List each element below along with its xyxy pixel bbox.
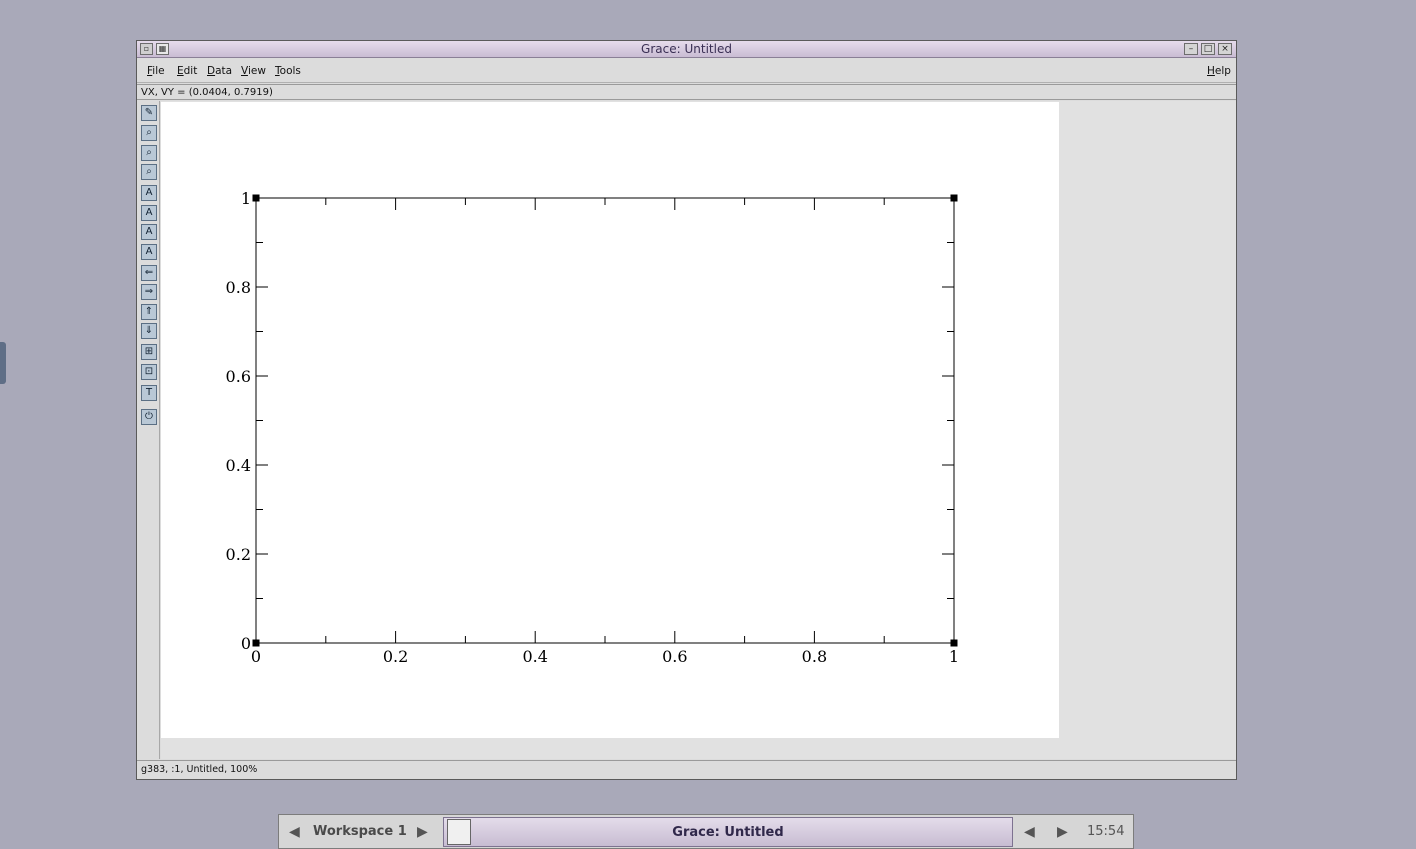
- task-next-icon[interactable]: ▶: [1057, 824, 1068, 840]
- tool-palette: ✎ ⌕ ⌕ ⌕ A A A A ⇐ ⇒ ⇑ ⇓ ⊞ ⊡ T ⏻: [137, 101, 160, 759]
- x-tick-label: 0.8: [802, 647, 827, 666]
- shrink-icon[interactable]: ⊡: [141, 364, 157, 380]
- expand-icon[interactable]: ⊞: [141, 344, 157, 360]
- workspace-label[interactable]: Workspace 1: [313, 824, 407, 840]
- x-tick-label: 1: [949, 647, 959, 666]
- taskbar-app-grace[interactable]: Grace: Untitled: [443, 817, 1013, 847]
- side-panel-handle[interactable]: [0, 342, 6, 384]
- y-tick-label: 0.6: [226, 367, 251, 386]
- coordinate-text: VX, VY = (0.0404, 0.7919): [141, 87, 273, 98]
- y-tick-label: 0.2: [226, 545, 251, 564]
- taskbar-app-title: Grace: Untitled: [672, 825, 784, 840]
- title-bar[interactable]: ▫ ▦ Grace: Untitled – □ ×: [137, 41, 1236, 58]
- status-text: g383, :1, Untitled, 100%: [141, 764, 258, 775]
- graph-selection-handle: [950, 194, 958, 202]
- x-tick-label: 0.4: [522, 647, 547, 666]
- taskbar: ◀ Workspace 1 ▶ Grace: Untitled ◀ ▶ 15:5…: [278, 814, 1134, 849]
- graph-selection-handle: [252, 194, 260, 202]
- graph-selection-handle: [950, 639, 958, 647]
- draw-icon[interactable]: ✎: [141, 105, 157, 121]
- coordinate-readout: VX, VY = (0.0404, 0.7919): [137, 84, 1236, 100]
- menu-file[interactable]: File: [147, 64, 165, 78]
- menu-help[interactable]: Help: [1207, 64, 1231, 78]
- y-tick-label: 0.8: [226, 278, 251, 297]
- task-prev-icon[interactable]: ◀: [1024, 824, 1035, 840]
- menu-tools[interactable]: Tools: [275, 64, 301, 78]
- menu-data[interactable]: Data: [207, 64, 232, 78]
- x-tick-label: 0: [251, 647, 261, 666]
- clock: 15:54: [1087, 824, 1125, 839]
- canvas-scroll-area[interactable]: 0 0.2 0.4 0.6 0.8 1 0 0.2 0.4 0.6 0.8 1: [161, 101, 1236, 759]
- autoscale-icon[interactable]: A: [141, 185, 157, 201]
- scroll-left-icon[interactable]: ⇐: [141, 265, 157, 281]
- drawing-canvas[interactable]: 0 0.2 0.4 0.6 0.8 1 0 0.2 0.4 0.6 0.8 1: [161, 102, 1059, 738]
- status-bar: g383, :1, Untitled, 100%: [137, 760, 1236, 779]
- scroll-down-icon[interactable]: ⇓: [141, 323, 157, 339]
- y-tick-label: 0: [241, 634, 251, 653]
- grace-window: ▫ ▦ Grace: Untitled – □ × File Edit Data…: [136, 40, 1237, 780]
- menu-bar: File Edit Data View Tools Help: [137, 59, 1236, 83]
- menu-view[interactable]: View: [241, 64, 266, 78]
- x-tick-label: 0.2: [383, 647, 408, 666]
- x-tick-label: 0.6: [662, 647, 687, 666]
- minimize-button[interactable]: –: [1184, 43, 1198, 55]
- menu-edit[interactable]: Edit: [177, 64, 197, 78]
- scroll-right-icon[interactable]: ⇒: [141, 284, 157, 300]
- plot-frame: [255, 197, 955, 644]
- autoscale-x-icon[interactable]: A: [141, 205, 157, 221]
- graph-plot[interactable]: 0 0.2 0.4 0.6 0.8 1 0 0.2 0.4 0.6 0.8 1: [161, 102, 1059, 738]
- y-tick-label: 0.4: [226, 456, 251, 475]
- scroll-up-icon[interactable]: ⇑: [141, 304, 157, 320]
- workspace-next-icon[interactable]: ▶: [417, 824, 428, 840]
- y-tick-label: 1: [241, 189, 251, 208]
- maximize-button[interactable]: □: [1201, 43, 1215, 55]
- power-icon[interactable]: ⏻: [141, 409, 157, 425]
- workspace-prev-icon[interactable]: ◀: [289, 824, 300, 840]
- window-title: Grace: Untitled: [641, 42, 732, 56]
- graph-selection-handle: [252, 639, 260, 647]
- zoom-y-icon[interactable]: ⌕: [141, 164, 157, 180]
- zoom-x-icon[interactable]: ⌕: [141, 145, 157, 161]
- text-icon[interactable]: T: [141, 385, 157, 401]
- autoscale-xy-icon[interactable]: A: [141, 244, 157, 260]
- close-button[interactable]: ×: [1218, 43, 1232, 55]
- autoscale-y-icon[interactable]: A: [141, 224, 157, 240]
- zoom-icon[interactable]: ⌕: [141, 125, 157, 141]
